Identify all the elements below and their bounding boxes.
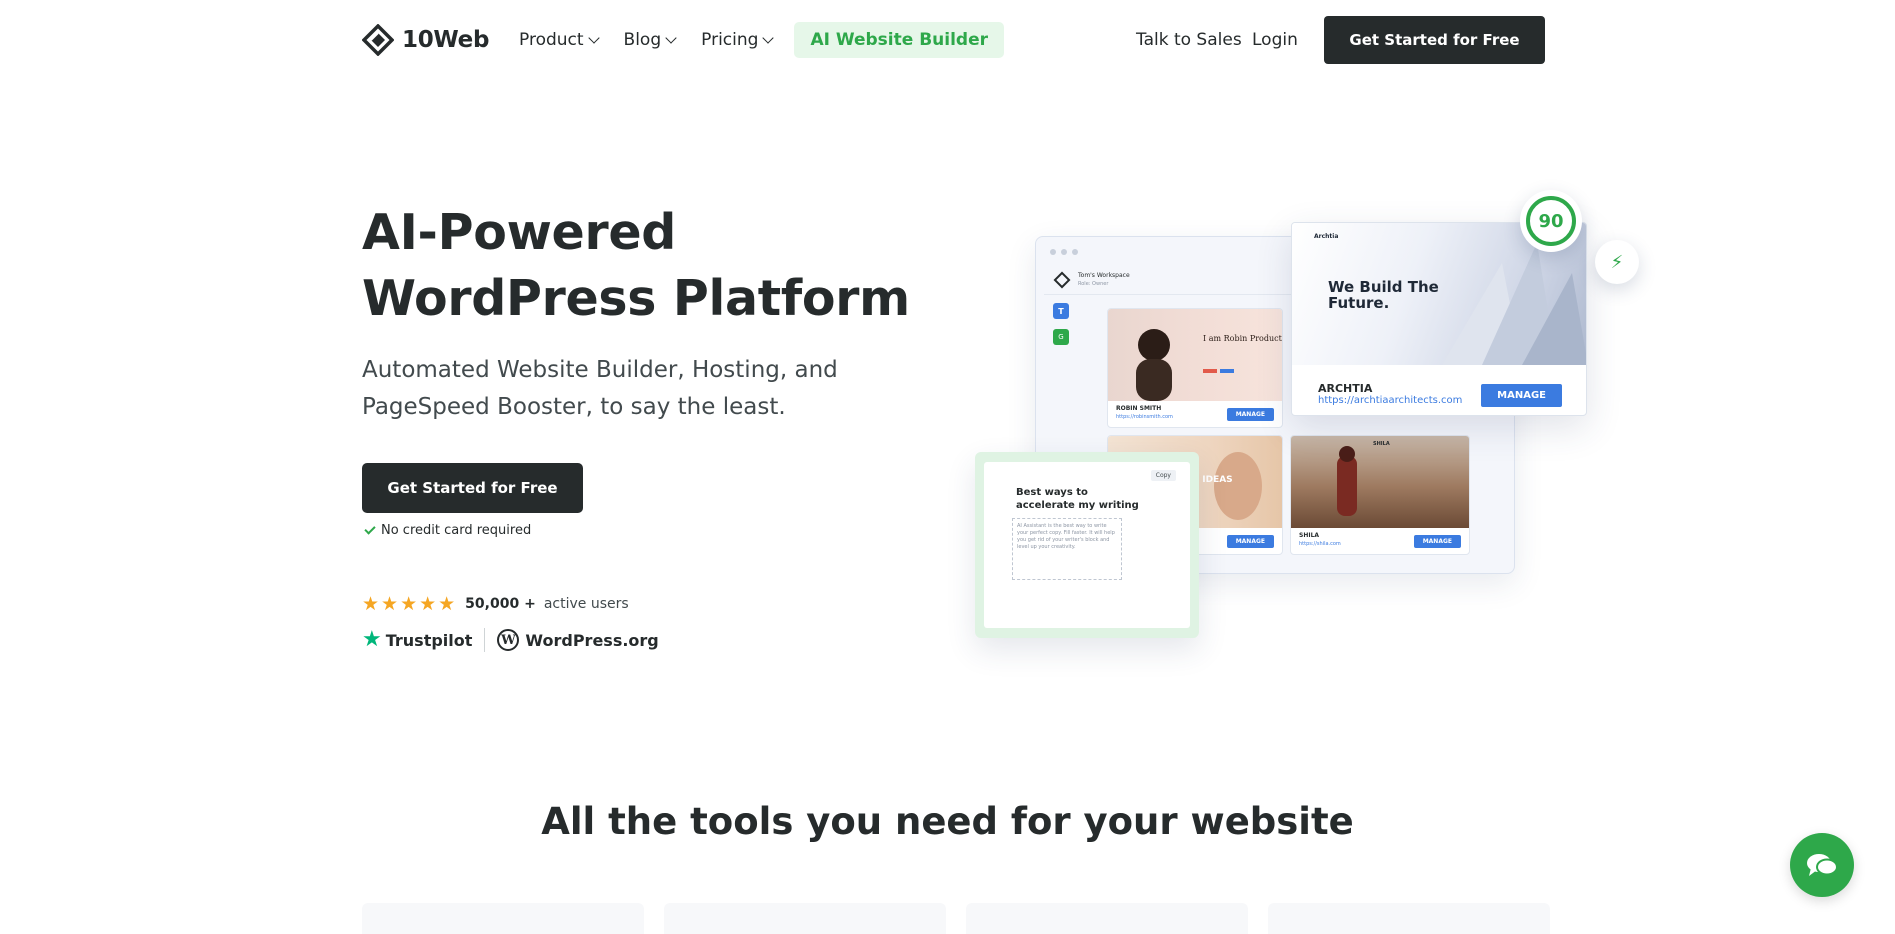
tool-card[interactable] bbox=[1268, 903, 1550, 934]
talk-to-sales-link[interactable]: Talk to Sales bbox=[1136, 30, 1242, 50]
sidebar-t-icon: T bbox=[1053, 303, 1069, 319]
site-name-text: ROBIN SMITH bbox=[1116, 405, 1162, 412]
workspace-info: Tom's Workspace Role: Owner bbox=[1078, 272, 1130, 288]
archtia-footer: ARCHTIA https://archtiaarchitects.com MA… bbox=[1318, 383, 1562, 407]
logo-icon bbox=[362, 24, 394, 56]
ai-card-title: Best ways to accelerate my writing bbox=[1016, 487, 1139, 511]
login-link[interactable]: Login bbox=[1252, 30, 1298, 50]
divider bbox=[484, 628, 486, 652]
trustpilot-star-icon: ★ bbox=[362, 627, 382, 652]
archtia-name-text: ARCHTIA bbox=[1318, 382, 1373, 395]
ai-writing-card: Copy Best ways to accelerate my writing … bbox=[975, 452, 1199, 638]
score-value: 90 bbox=[1526, 196, 1576, 246]
trustpilot-text: Trustpilot bbox=[385, 630, 473, 650]
logo[interactable]: 10Web bbox=[362, 24, 489, 56]
nav-blog[interactable]: Blog bbox=[623, 30, 677, 50]
no-credit-card-text: No credit card required bbox=[381, 523, 532, 538]
site-header: 10Web Product Blog Pricing AI Website Bu… bbox=[0, 0, 1895, 80]
nav-ai-website-builder[interactable]: AI Website Builder bbox=[794, 22, 1004, 58]
hero-illustration: Tom's Workspace Role: Owner T G I am Rob… bbox=[955, 180, 1655, 660]
card3-brand: SHILA bbox=[1373, 441, 1390, 447]
wordpress-icon: W bbox=[497, 629, 520, 651]
users-label: active users bbox=[543, 596, 629, 612]
review-brands: ★ Trustpilot W WordPress.org bbox=[362, 628, 659, 652]
nav-pricing-label: Pricing bbox=[701, 30, 759, 50]
nav-blog-label: Blog bbox=[623, 30, 662, 50]
copy-button: Copy bbox=[1150, 470, 1176, 481]
ai-card-inner: Copy Best ways to accelerate my writing … bbox=[984, 462, 1190, 628]
rating: ★★★★★ 50,000 + active users bbox=[362, 593, 629, 615]
users-count: 50,000 + bbox=[465, 596, 536, 612]
no-credit-card-note: No credit card required bbox=[364, 523, 532, 538]
header-get-started-button[interactable]: Get Started for Free bbox=[1324, 16, 1545, 64]
hero-get-started-button[interactable]: Get Started for Free bbox=[362, 463, 583, 513]
photo-icon: SHILA bbox=[1337, 441, 1390, 516]
hero-title: AI-Powered WordPress Platform bbox=[362, 204, 910, 327]
wordpress-text: WordPress.org bbox=[525, 630, 659, 650]
site-card-robin: I am Robin Product Designer ROBIN SMITH … bbox=[1107, 308, 1283, 428]
site-name-text: SHILA bbox=[1299, 532, 1320, 539]
chevron-down-icon bbox=[762, 32, 775, 44]
ai-card-text: AI Assistant is the best way to write yo… bbox=[1012, 518, 1122, 580]
tool-card[interactable] bbox=[966, 903, 1248, 934]
main-nav: Product Blog Pricing AI Website Builder bbox=[519, 22, 1004, 58]
tools-section-title: All the tools you need for your website bbox=[541, 800, 1354, 843]
site-card-footer: ROBIN SMITH https://robinsmith.com MANAG… bbox=[1116, 405, 1274, 421]
pagespeed-score-badge: 90 bbox=[1520, 190, 1582, 252]
manage-button: MANAGE bbox=[1413, 535, 1461, 548]
archtia-name: ARCHTIA https://archtiaarchitects.com bbox=[1318, 383, 1462, 407]
card1-headline: I am Robin Product Designer bbox=[1203, 334, 1283, 343]
logo-text: 10Web bbox=[402, 27, 490, 53]
site-name: SHILA https://shila.com bbox=[1299, 532, 1341, 548]
hero-subtitle: Automated Website Builder, Hosting, and … bbox=[362, 357, 838, 420]
site-thumbnail: I am Robin Product Designer bbox=[1108, 309, 1282, 401]
workspace-name: Tom's Workspace bbox=[1078, 271, 1130, 279]
star-rating-icon: ★★★★★ bbox=[362, 593, 458, 615]
chat-bubble-icon bbox=[1807, 854, 1838, 876]
tool-card[interactable] bbox=[362, 903, 644, 934]
lightning-icon: ⚡ bbox=[1595, 240, 1639, 284]
wordpress-logo[interactable]: W WordPress.org bbox=[497, 629, 659, 651]
trustpilot-logo[interactable]: ★ Trustpilot bbox=[362, 629, 472, 651]
site-card-footer: SHILA https://shila.com MANAGE bbox=[1299, 532, 1461, 548]
sidebar-g-icon: G bbox=[1053, 329, 1069, 345]
check-icon bbox=[364, 523, 376, 535]
site-thumbnail: SHILA bbox=[1291, 436, 1469, 528]
chat-button[interactable] bbox=[1790, 833, 1854, 897]
site-name: ROBIN SMITH https://robinsmith.com bbox=[1116, 405, 1173, 421]
portrait-icon: I am Robin Product Designer bbox=[1136, 329, 1283, 401]
archtia-url: https://archtiaarchitects.com bbox=[1318, 395, 1463, 406]
window-dots bbox=[1050, 249, 1078, 255]
archtia-manage-button: MANAGE bbox=[1481, 383, 1562, 407]
site-url: https://robinsmith.com bbox=[1116, 414, 1173, 420]
nav-product-label: Product bbox=[519, 30, 584, 50]
nav-product[interactable]: Product bbox=[519, 30, 600, 50]
site-card-shila: SHILA SHILA https://shila.com MANAGE bbox=[1290, 435, 1470, 555]
manage-button: MANAGE bbox=[1226, 408, 1274, 421]
manage-button: MANAGE bbox=[1226, 535, 1274, 548]
site-url: https://shila.com bbox=[1299, 541, 1341, 547]
chevron-down-icon bbox=[665, 32, 677, 44]
workspace-icon bbox=[1053, 271, 1071, 288]
chevron-down-icon bbox=[587, 32, 600, 44]
dashboard-sidebar: T G bbox=[1046, 303, 1076, 345]
workspace-role: Role: Owner bbox=[1078, 280, 1109, 287]
tool-card[interactable] bbox=[664, 903, 946, 934]
nav-pricing[interactable]: Pricing bbox=[701, 30, 775, 50]
